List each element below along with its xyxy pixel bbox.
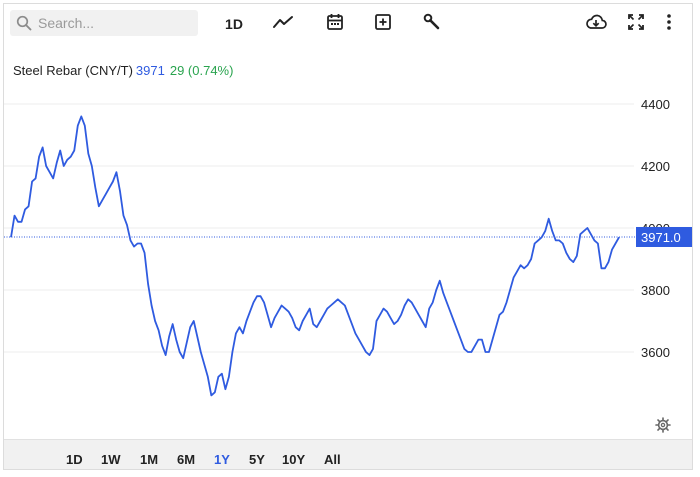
price-series-line [10, 115, 620, 397]
fullscreen-button[interactable] [624, 12, 648, 36]
range-button-5y[interactable]: 5Y [249, 452, 265, 467]
chart-widget: 1D [3, 3, 693, 470]
active-range-indicator [212, 469, 232, 470]
range-button-1m[interactable]: 1M [140, 452, 158, 467]
search-icon [16, 15, 32, 36]
current-price-tag: 3971.0 [636, 226, 692, 247]
y-tick-label: 3800 [641, 283, 670, 298]
chart-area[interactable]: MarMayJulSepNov 36003800400042004400 397… [4, 42, 693, 437]
y-tick-label: 4200 [641, 159, 670, 174]
settings-button[interactable] [655, 417, 671, 438]
tools-button[interactable] [420, 12, 444, 36]
more-vert-icon [666, 13, 672, 36]
range-button-1y[interactable]: 1Y [214, 452, 230, 467]
range-button-10y[interactable]: 10Y [282, 452, 305, 467]
range-selector: 1D 1W 1M 6M 1Y 5Y 10Y All [4, 439, 692, 470]
range-button-6m[interactable]: 6M [177, 452, 195, 467]
gear-icon [655, 417, 671, 437]
calendar-icon [326, 13, 344, 36]
line-chart-icon [272, 14, 294, 35]
add-box-icon [374, 13, 392, 36]
interval-button[interactable]: 1D [222, 12, 246, 36]
chart-type-button[interactable] [271, 12, 295, 36]
range-button-all[interactable]: All [324, 452, 341, 467]
add-comparison-button[interactable] [371, 12, 395, 36]
range-button-1w[interactable]: 1W [101, 452, 121, 467]
search-box[interactable] [10, 10, 198, 36]
price-chart[interactable]: MarMayJulSepNov 36003800400042004400 397… [4, 42, 693, 437]
current-price-label: 3971.0 [641, 230, 681, 245]
last-price: 3971 [135, 63, 165, 78]
price-change: 29 (0.74%) [169, 63, 234, 78]
quote-header: Steel Rebar (CNY/T) 3971 29 (0.74%) [13, 63, 233, 78]
range-button-1d[interactable]: 1D [66, 452, 83, 467]
interval-label: 1D [225, 16, 243, 32]
toolbar: 1D [4, 4, 692, 42]
y-tick-label: 3600 [641, 345, 670, 360]
cloud-download-icon [585, 14, 607, 35]
instrument-name: Steel Rebar (CNY/T) [13, 63, 133, 78]
date-range-button[interactable] [323, 12, 347, 36]
wrench-icon [423, 13, 441, 36]
download-button[interactable] [584, 12, 608, 36]
grid-lines [4, 103, 634, 353]
search-input[interactable] [36, 10, 192, 36]
fullscreen-icon [627, 13, 645, 36]
more-options-button[interactable] [657, 12, 681, 36]
y-tick-label: 4400 [641, 97, 670, 112]
